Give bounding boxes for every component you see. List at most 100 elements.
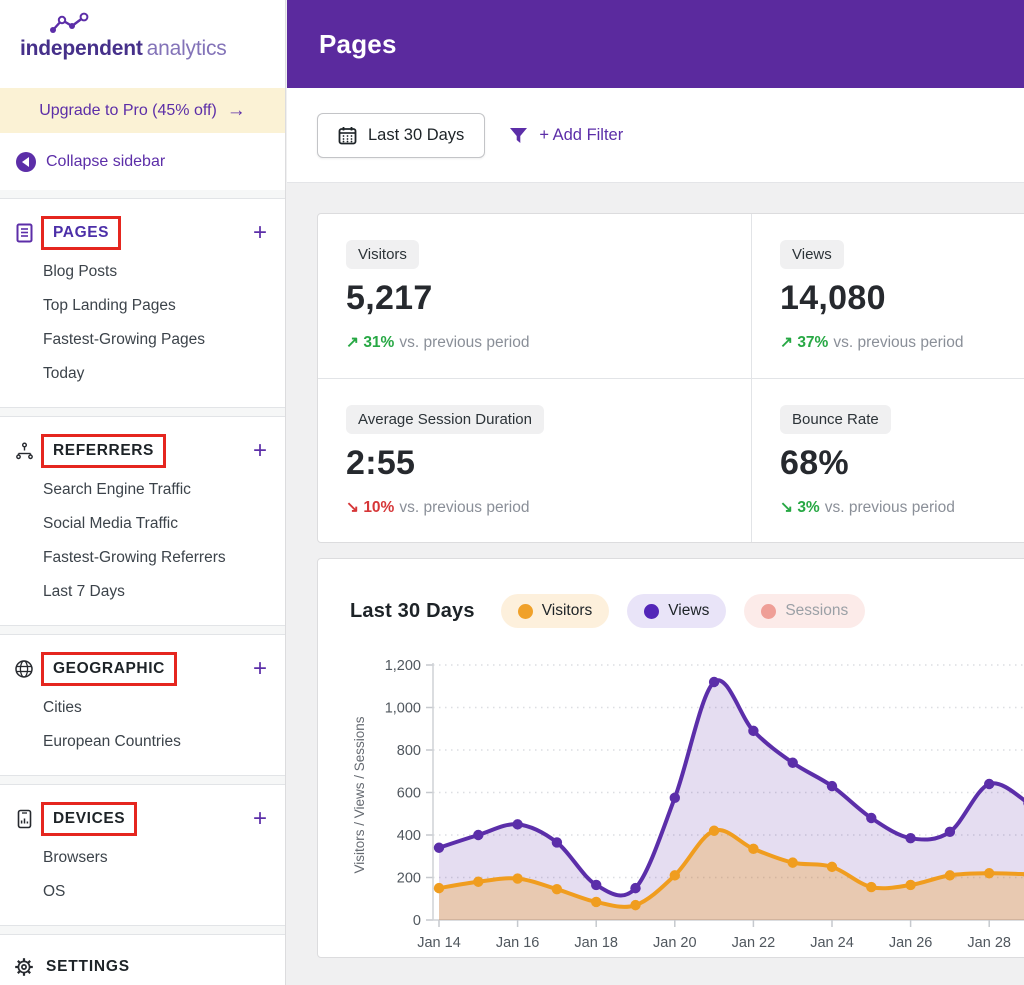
collapse-label: Collapse sidebar xyxy=(46,152,166,170)
stat-label: Views xyxy=(780,240,844,269)
funnel-icon xyxy=(509,127,528,144)
sidebar-item-top-landing-pages[interactable]: Top Landing Pages xyxy=(0,289,285,323)
legend-label: Views xyxy=(668,602,710,619)
logo-word-analytics: analytics xyxy=(146,37,227,60)
legend-label: Sessions xyxy=(785,602,849,619)
sidebar-item-os[interactable]: OS xyxy=(0,875,285,909)
stat-suffix: vs. previous period xyxy=(833,334,964,351)
stats-summary-card: Visitors 5,217 ↗ 31% vs. previous period … xyxy=(317,213,1024,543)
svg-text:Jan 14: Jan 14 xyxy=(417,935,461,951)
collapse-icon xyxy=(16,151,36,172)
sidebar-section-devices-header[interactable]: DEVICES + xyxy=(0,797,285,841)
legend-dot xyxy=(644,603,660,619)
sidebar-section-pages: PAGES + Blog Posts Top Landing Pages Fas… xyxy=(0,198,285,408)
stat-change: ↗ 31% vs. previous period xyxy=(346,333,723,352)
sidebar-item-cities[interactable]: Cities xyxy=(0,691,285,725)
sidebar-top: independent analytics Upgrade to Pro (45%… xyxy=(0,0,285,190)
chart-title: Last 30 Days xyxy=(350,599,475,622)
svg-text:Jan 28: Jan 28 xyxy=(967,935,1011,951)
svg-text:Jan 20: Jan 20 xyxy=(653,935,697,951)
add-report-button[interactable]: + xyxy=(253,657,267,681)
sidebar-section-referrers: REFERRERS + Search Engine Traffic Social… xyxy=(0,416,285,626)
date-range-button[interactable]: Last 30 Days xyxy=(317,112,486,158)
stat-value: 68% xyxy=(780,444,849,482)
sidebar-section-pages-header[interactable]: PAGES + xyxy=(0,211,285,255)
legend-toggle-visitors[interactable]: Visitors xyxy=(500,594,610,628)
trend-down-icon: ↘ 3% xyxy=(780,499,820,516)
sidebar-item-browsers[interactable]: Browsers xyxy=(0,841,285,875)
main-panel: Pages Last 30 Days + Add Filter Visitors… xyxy=(287,0,1024,985)
stat-bounce-rate: Bounce Rate 68% ↘ 3% vs. previous period xyxy=(751,378,1024,542)
svg-text:Jan 26: Jan 26 xyxy=(889,935,933,951)
sidebar-item-european-countries[interactable]: European Countries xyxy=(0,725,285,759)
sidebar-section-referrers-header[interactable]: REFERRERS + xyxy=(0,429,285,473)
devices-icon xyxy=(14,809,34,829)
svg-text:400: 400 xyxy=(397,828,421,844)
sidebar-section-label: GEOGRAPHIC xyxy=(41,652,177,686)
stat-value: 5,217 xyxy=(346,279,433,317)
sidebar-item-settings[interactable]: SETTINGS xyxy=(0,934,285,985)
svg-text:1,000: 1,000 xyxy=(385,701,421,717)
sidebar-item-last-7-days[interactable]: Last 7 Days xyxy=(0,575,285,609)
add-report-button[interactable]: + xyxy=(253,221,267,245)
svg-text:Jan 16: Jan 16 xyxy=(496,935,540,951)
globe-icon xyxy=(14,659,34,679)
sidebar-item-social-media-traffic[interactable]: Social Media Traffic xyxy=(0,507,285,541)
legend-dot xyxy=(761,603,777,619)
right-arrow-icon: → xyxy=(226,99,246,121)
stat-suffix: vs. previous period xyxy=(399,334,530,351)
logo-word-independent: independent xyxy=(20,37,143,60)
sidebar-section-label: DEVICES xyxy=(41,802,138,836)
upgrade-label: Upgrade to Pro (45% off) xyxy=(39,101,217,119)
sidebar-item-search-engine-traffic[interactable]: Search Engine Traffic xyxy=(0,473,285,507)
svg-text:Jan 22: Jan 22 xyxy=(732,935,776,951)
add-filter-button[interactable]: + Add Filter xyxy=(509,126,623,145)
referrers-icon xyxy=(14,442,34,461)
sidebar-item-fastest-growing-referrers[interactable]: Fastest-Growing Referrers xyxy=(0,541,285,575)
page-title: Pages xyxy=(319,28,397,59)
sidebar-section-geographic-header[interactable]: GEOGRAPHIC + xyxy=(0,647,285,691)
stat-label: Visitors xyxy=(346,240,419,269)
stat-value: 14,080 xyxy=(780,279,886,317)
sidebar-item-today[interactable]: Today xyxy=(0,357,285,391)
add-report-button[interactable]: + xyxy=(253,807,267,831)
stat-change: ↘ 10% vs. previous period xyxy=(346,498,723,517)
stat-value: 2:55 xyxy=(346,444,416,482)
trend-up-icon: ↗ 31% xyxy=(346,334,395,351)
trend-down-icon: ↘ 10% xyxy=(346,499,395,516)
trend-up-icon: ↗ 37% xyxy=(780,334,829,351)
add-filter-label: + Add Filter xyxy=(539,125,624,144)
sidebar: independent analytics Upgrade to Pro (45%… xyxy=(0,0,286,985)
svg-text:Visitors / Views / Sessions: Visitors / Views / Sessions xyxy=(352,716,367,873)
chart-legend: Visitors Views Sessions xyxy=(500,594,866,628)
add-report-button[interactable]: + xyxy=(253,439,267,463)
collapse-sidebar-button[interactable]: Collapse sidebar xyxy=(0,133,285,190)
stat-change: ↘ 3% vs. previous period xyxy=(780,498,1024,517)
calendar-icon xyxy=(338,126,357,145)
traffic-chart-card: Last 30 Days Visitors Views Sessions 0 200 4… xyxy=(317,558,1024,958)
app-logo-text: independent analytics xyxy=(20,37,227,61)
sidebar-item-fastest-growing-pages[interactable]: Fastest-Growing Pages xyxy=(0,323,285,357)
sidebar-item-blog-posts[interactable]: Blog Posts xyxy=(0,255,285,289)
date-range-label: Last 30 Days xyxy=(368,125,465,144)
sidebar-section-label: REFERRERS xyxy=(41,434,166,468)
pages-icon xyxy=(14,223,34,243)
legend-toggle-views[interactable]: Views xyxy=(627,594,727,628)
svg-text:Jan 18: Jan 18 xyxy=(574,935,618,951)
stat-label: Bounce Rate xyxy=(780,405,891,434)
svg-text:800: 800 xyxy=(397,743,421,759)
legend-toggle-sessions[interactable]: Sessions xyxy=(744,594,866,628)
page-header: Pages xyxy=(287,0,1024,88)
upgrade-to-pro-banner[interactable]: Upgrade to Pro (45% off) → xyxy=(0,88,285,133)
traffic-area-chart[interactable]: 0 200 400 600 800 1,000 1,200 Jan 14 Jan 16 Jan 1… xyxy=(334,645,1024,975)
stat-change: ↗ 37% vs. previous period xyxy=(780,333,1024,352)
sidebar-section-devices: DEVICES + Browsers OS xyxy=(0,784,285,926)
app-logo[interactable]: independent analytics xyxy=(0,0,285,88)
content-area: Visitors 5,217 ↗ 31% vs. previous period … xyxy=(287,183,1024,958)
toolbar: Last 30 Days + Add Filter xyxy=(287,88,1024,183)
stat-avg-session-duration: Average Session Duration 2:55 ↘ 10% vs. p… xyxy=(318,378,751,542)
chart-squiggle-icon xyxy=(50,12,89,33)
stat-suffix: vs. previous period xyxy=(824,499,955,516)
sidebar-section-label: PAGES xyxy=(41,216,122,250)
svg-text:Jan 24: Jan 24 xyxy=(810,935,854,951)
